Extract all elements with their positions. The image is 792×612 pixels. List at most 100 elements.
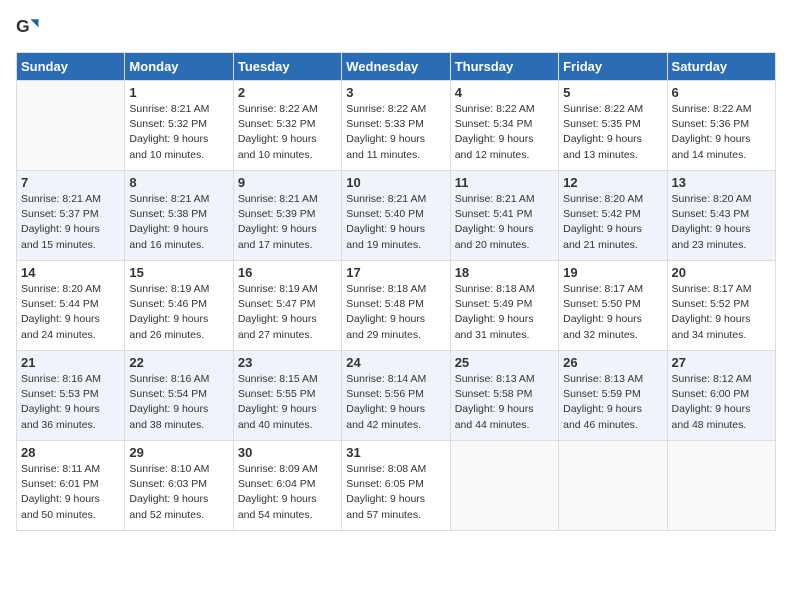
day-info: Sunrise: 8:20 AMSunset: 5:43 PMDaylight:… (672, 192, 771, 253)
day-info: Sunrise: 8:20 AMSunset: 5:42 PMDaylight:… (563, 192, 662, 253)
day-info: Sunrise: 8:14 AMSunset: 5:56 PMDaylight:… (346, 372, 445, 433)
header-saturday: Saturday (667, 53, 775, 81)
day-number: 10 (346, 175, 445, 190)
day-number: 27 (672, 355, 771, 370)
day-number: 21 (21, 355, 120, 370)
day-info: Sunrise: 8:17 AMSunset: 5:50 PMDaylight:… (563, 282, 662, 343)
header: G (16, 16, 776, 40)
calendar-cell: 27 Sunrise: 8:12 AMSunset: 6:00 PMDayligh… (667, 351, 775, 441)
day-info: Sunrise: 8:22 AMSunset: 5:32 PMDaylight:… (238, 102, 337, 163)
calendar-cell: 28 Sunrise: 8:11 AMSunset: 6:01 PMDayligh… (17, 441, 125, 531)
day-number: 3 (346, 85, 445, 100)
day-info: Sunrise: 8:22 AMSunset: 5:34 PMDaylight:… (455, 102, 554, 163)
day-info: Sunrise: 8:21 AMSunset: 5:38 PMDaylight:… (129, 192, 228, 253)
calendar-cell: 6 Sunrise: 8:22 AMSunset: 5:36 PMDaylight… (667, 81, 775, 171)
day-number: 29 (129, 445, 228, 460)
calendar-week-row: 7 Sunrise: 8:21 AMSunset: 5:37 PMDaylight… (17, 171, 776, 261)
day-info: Sunrise: 8:17 AMSunset: 5:52 PMDaylight:… (672, 282, 771, 343)
calendar-table: SundayMondayTuesdayWednesdayThursdayFrid… (16, 52, 776, 531)
day-info: Sunrise: 8:22 AMSunset: 5:33 PMDaylight:… (346, 102, 445, 163)
day-info: Sunrise: 8:16 AMSunset: 5:54 PMDaylight:… (129, 372, 228, 433)
day-number: 13 (672, 175, 771, 190)
day-info: Sunrise: 8:13 AMSunset: 5:59 PMDaylight:… (563, 372, 662, 433)
calendar-cell: 30Sunrise: 8:09 AMSunset: 6:04 PMDayligh… (233, 441, 341, 531)
header-sunday: Sunday (17, 53, 125, 81)
calendar-week-row: 1 Sunrise: 8:21 AMSunset: 5:32 PMDaylight… (17, 81, 776, 171)
header-friday: Friday (559, 53, 667, 81)
calendar-cell: 1 Sunrise: 8:21 AMSunset: 5:32 PMDaylight… (125, 81, 233, 171)
day-number: 31 (346, 445, 445, 460)
calendar-cell: 15 Sunrise: 8:19 AMSunset: 5:46 PMDayligh… (125, 261, 233, 351)
calendar-cell (17, 81, 125, 171)
day-number: 23 (238, 355, 337, 370)
day-number: 24 (346, 355, 445, 370)
day-info: Sunrise: 8:22 AMSunset: 5:36 PMDaylight:… (672, 102, 771, 163)
calendar-cell: 16 Sunrise: 8:19 AMSunset: 5:47 PMDayligh… (233, 261, 341, 351)
calendar-cell: 9 Sunrise: 8:21 AMSunset: 5:39 PMDaylight… (233, 171, 341, 261)
day-number: 18 (455, 265, 554, 280)
day-info: Sunrise: 8:21 AMSunset: 5:41 PMDaylight:… (455, 192, 554, 253)
day-number: 7 (21, 175, 120, 190)
calendar-cell: 21Sunrise: 8:16 AMSunset: 5:53 PMDayligh… (17, 351, 125, 441)
day-info: Sunrise: 8:19 AMSunset: 5:47 PMDaylight:… (238, 282, 337, 343)
calendar-week-row: 28 Sunrise: 8:11 AMSunset: 6:01 PMDayligh… (17, 441, 776, 531)
day-info: Sunrise: 8:21 AMSunset: 5:39 PMDaylight:… (238, 192, 337, 253)
day-number: 4 (455, 85, 554, 100)
calendar-cell: 14Sunrise: 8:20 AMSunset: 5:44 PMDayligh… (17, 261, 125, 351)
day-number: 6 (672, 85, 771, 100)
day-info: Sunrise: 8:21 AMSunset: 5:32 PMDaylight:… (129, 102, 228, 163)
day-info: Sunrise: 8:18 AMSunset: 5:48 PMDaylight:… (346, 282, 445, 343)
calendar-cell: 4 Sunrise: 8:22 AMSunset: 5:34 PMDaylight… (450, 81, 558, 171)
day-number: 8 (129, 175, 228, 190)
calendar-cell: 19 Sunrise: 8:17 AMSunset: 5:50 PMDayligh… (559, 261, 667, 351)
day-number: 16 (238, 265, 337, 280)
calendar-cell: 2 Sunrise: 8:22 AMSunset: 5:32 PMDaylight… (233, 81, 341, 171)
logo-icon: G (16, 16, 40, 40)
header-wednesday: Wednesday (342, 53, 450, 81)
calendar-cell: 5Sunrise: 8:22 AMSunset: 5:35 PMDaylight… (559, 81, 667, 171)
calendar-cell: 25Sunrise: 8:13 AMSunset: 5:58 PMDayligh… (450, 351, 558, 441)
calendar-cell: 31Sunrise: 8:08 AMSunset: 6:05 PMDayligh… (342, 441, 450, 531)
calendar-cell: 11Sunrise: 8:21 AMSunset: 5:41 PMDayligh… (450, 171, 558, 261)
day-info: Sunrise: 8:19 AMSunset: 5:46 PMDaylight:… (129, 282, 228, 343)
day-info: Sunrise: 8:12 AMSunset: 6:00 PMDaylight:… (672, 372, 771, 433)
calendar-cell: 29Sunrise: 8:10 AMSunset: 6:03 PMDayligh… (125, 441, 233, 531)
calendar-week-row: 21Sunrise: 8:16 AMSunset: 5:53 PMDayligh… (17, 351, 776, 441)
day-number: 14 (21, 265, 120, 280)
day-number: 20 (672, 265, 771, 280)
calendar-cell: 8 Sunrise: 8:21 AMSunset: 5:38 PMDaylight… (125, 171, 233, 261)
day-number: 15 (129, 265, 228, 280)
day-number: 30 (238, 445, 337, 460)
day-number: 12 (563, 175, 662, 190)
day-number: 9 (238, 175, 337, 190)
logo: G (16, 16, 44, 40)
calendar-cell: 7 Sunrise: 8:21 AMSunset: 5:37 PMDaylight… (17, 171, 125, 261)
calendar-cell: 3 Sunrise: 8:22 AMSunset: 5:33 PMDaylight… (342, 81, 450, 171)
calendar-cell: 17 Sunrise: 8:18 AMSunset: 5:48 PMDayligh… (342, 261, 450, 351)
day-info: Sunrise: 8:21 AMSunset: 5:37 PMDaylight:… (21, 192, 120, 253)
calendar-cell: 12 Sunrise: 8:20 AMSunset: 5:42 PMDayligh… (559, 171, 667, 261)
calendar-cell: 13 Sunrise: 8:20 AMSunset: 5:43 PMDayligh… (667, 171, 775, 261)
day-info: Sunrise: 8:18 AMSunset: 5:49 PMDaylight:… (455, 282, 554, 343)
day-number: 2 (238, 85, 337, 100)
calendar-cell: 23 Sunrise: 8:15 AMSunset: 5:55 PMDayligh… (233, 351, 341, 441)
calendar-header-row: SundayMondayTuesdayWednesdayThursdayFrid… (17, 53, 776, 81)
day-info: Sunrise: 8:22 AMSunset: 5:35 PMDaylight:… (563, 102, 662, 163)
calendar-cell: 18 Sunrise: 8:18 AMSunset: 5:49 PMDayligh… (450, 261, 558, 351)
day-number: 17 (346, 265, 445, 280)
calendar-week-row: 14Sunrise: 8:20 AMSunset: 5:44 PMDayligh… (17, 261, 776, 351)
day-number: 28 (21, 445, 120, 460)
calendar-cell (559, 441, 667, 531)
day-info: Sunrise: 8:15 AMSunset: 5:55 PMDaylight:… (238, 372, 337, 433)
svg-text:G: G (16, 16, 30, 36)
header-tuesday: Tuesday (233, 53, 341, 81)
day-number: 26 (563, 355, 662, 370)
day-number: 1 (129, 85, 228, 100)
calendar-cell: 24 Sunrise: 8:14 AMSunset: 5:56 PMDayligh… (342, 351, 450, 441)
day-info: Sunrise: 8:11 AMSunset: 6:01 PMDaylight:… (21, 462, 120, 523)
day-number: 19 (563, 265, 662, 280)
header-monday: Monday (125, 53, 233, 81)
calendar-cell: 20 Sunrise: 8:17 AMSunset: 5:52 PMDayligh… (667, 261, 775, 351)
day-number: 22 (129, 355, 228, 370)
calendar-cell: 26 Sunrise: 8:13 AMSunset: 5:59 PMDayligh… (559, 351, 667, 441)
